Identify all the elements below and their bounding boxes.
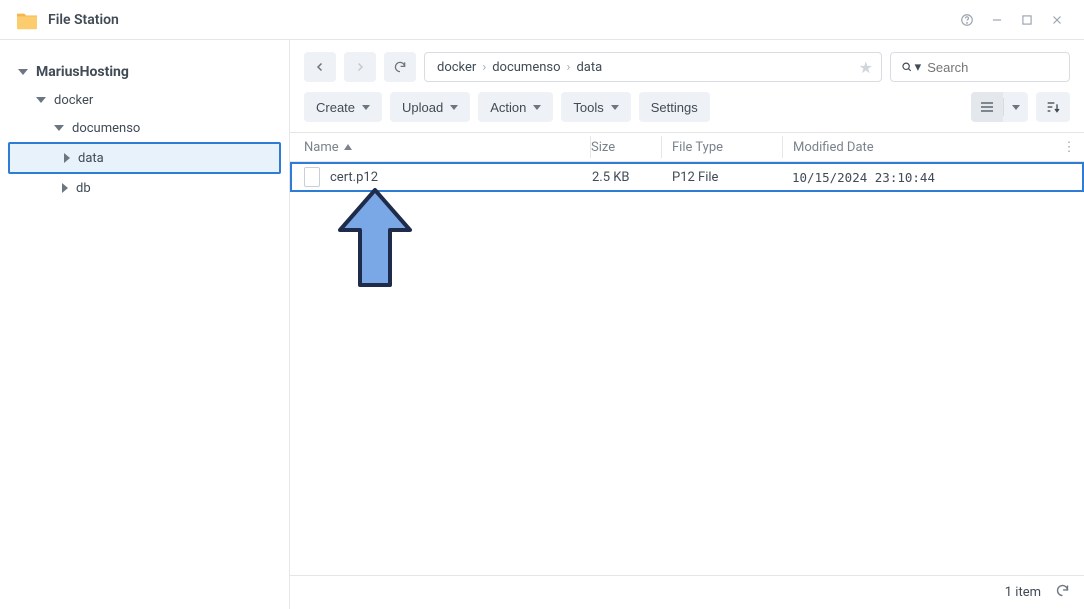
refresh-status-button[interactable]: [1055, 583, 1070, 602]
tree-label: MariusHosting: [36, 64, 129, 80]
nav-back-button[interactable]: [304, 52, 336, 82]
settings-button[interactable]: Settings: [639, 92, 710, 122]
favorite-star-icon[interactable]: ★: [859, 58, 873, 77]
content-pane: docker › documenso › data ★ ▾ Create Upl…: [290, 40, 1084, 609]
breadcrumb-seg[interactable]: data: [576, 60, 602, 75]
app-logo-icon: [16, 10, 38, 30]
sort-asc-icon: [344, 144, 352, 150]
titlebar: File Station: [0, 0, 1084, 40]
breadcrumb[interactable]: docker › documenso › data ★: [424, 52, 882, 82]
file-row[interactable]: cert.p12 2.5 KB P12 File 10/15/2024 23:1…: [290, 162, 1084, 192]
tree-label: docker: [54, 93, 93, 108]
search-input[interactable]: [927, 60, 1059, 75]
statusbar: 1 item: [290, 575, 1084, 609]
column-header-date[interactable]: Modified Date: [783, 140, 1054, 155]
view-toggle: [971, 92, 1028, 122]
refresh-button[interactable]: [384, 52, 416, 82]
file-grid: cert.p12 2.5 KB P12 File 10/15/2024 23:1…: [290, 162, 1084, 575]
column-header-type[interactable]: File Type: [662, 140, 782, 155]
breadcrumb-seg[interactable]: documenso: [492, 60, 560, 75]
file-date: 10/15/2024 23:10:44: [782, 170, 1082, 185]
file-name: cert.p12: [330, 170, 378, 185]
tree-label: db: [76, 181, 91, 196]
action-toolbar: Create Upload Action Tools Settings: [290, 82, 1084, 132]
maximize-button[interactable]: [1014, 7, 1040, 33]
caret-down-icon: [36, 97, 46, 103]
column-header-size[interactable]: Size: [591, 140, 661, 155]
sidebar: MariusHosting docker documenso data db: [0, 40, 290, 609]
tree-label: documenso: [72, 121, 140, 136]
chevron-right-icon: ›: [482, 60, 486, 75]
list-view-button[interactable]: [971, 92, 1003, 122]
file-icon: [304, 167, 320, 187]
caret-right-icon: [62, 183, 68, 193]
column-header-name[interactable]: Name: [290, 140, 590, 155]
main-area: MariusHosting docker documenso data db: [0, 40, 1084, 609]
nav-forward-button[interactable]: [344, 52, 376, 82]
minimize-button[interactable]: [984, 7, 1010, 33]
nav-toolbar: docker › documenso › data ★ ▾: [290, 40, 1084, 82]
item-count: 1 item: [1005, 585, 1041, 600]
help-button[interactable]: [954, 7, 980, 33]
tools-button[interactable]: Tools: [561, 92, 630, 122]
tree-root[interactable]: MariusHosting: [0, 58, 289, 86]
action-button[interactable]: Action: [478, 92, 553, 122]
sort-button[interactable]: [1036, 92, 1070, 122]
tree-item-db[interactable]: db: [0, 174, 289, 202]
caret-down-icon: [54, 125, 64, 131]
column-menu-button[interactable]: ⋮: [1054, 140, 1084, 155]
breadcrumb-seg[interactable]: docker: [437, 60, 476, 75]
search-box[interactable]: ▾: [890, 52, 1070, 82]
search-icon: [901, 60, 913, 74]
folder-tree: MariusHosting docker documenso data db: [0, 58, 289, 202]
create-button[interactable]: Create: [304, 92, 382, 122]
tree-item-docker[interactable]: docker: [0, 86, 289, 114]
app-title: File Station: [48, 12, 950, 28]
close-button[interactable]: [1044, 7, 1070, 33]
tree-item-data-selected[interactable]: data: [8, 142, 281, 174]
tree-label: data: [78, 151, 104, 166]
upload-button[interactable]: Upload: [390, 92, 470, 122]
caret-right-icon: [64, 153, 70, 163]
tree-item-documenso[interactable]: documenso: [0, 114, 289, 142]
search-dropdown-icon[interactable]: ▾: [915, 60, 922, 75]
chevron-right-icon: ›: [567, 60, 571, 75]
file-type: P12 File: [662, 170, 782, 185]
caret-down-icon: [18, 69, 28, 75]
table-header: Name Size File Type Modified Date ⋮: [290, 132, 1084, 162]
view-dropdown-button[interactable]: [1004, 92, 1028, 122]
file-size: 2.5 KB: [592, 170, 662, 185]
